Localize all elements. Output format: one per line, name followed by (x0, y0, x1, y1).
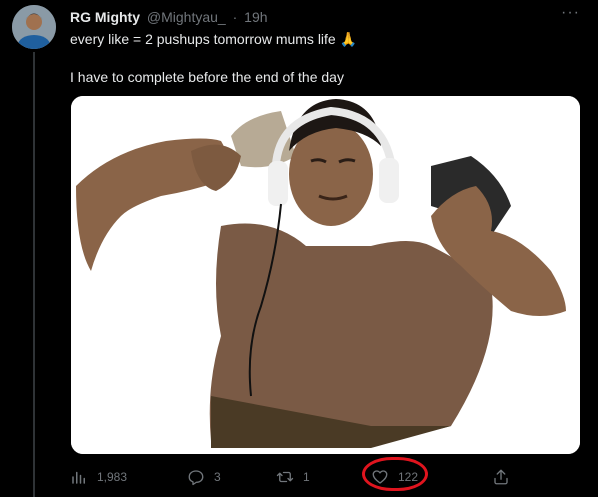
share-action[interactable] (492, 464, 510, 490)
analytics-icon (72, 471, 85, 484)
tweet-text-line: every like = 2 pushups tomorrow mums lif… (70, 31, 358, 47)
reply-action[interactable]: 3 (187, 464, 221, 490)
display-name[interactable]: RG Mighty (70, 9, 140, 25)
like-action[interactable]: 122 (371, 464, 418, 490)
user-handle[interactable]: @Mightyau_ (147, 9, 226, 25)
views-action[interactable]: 1,983 (70, 464, 127, 490)
tweet-actions: 1,983 3 1 122 (70, 464, 510, 490)
more-icon[interactable]: ··· (561, 4, 580, 22)
views-count: 1,983 (97, 470, 128, 484)
like-count: 122 (398, 470, 419, 484)
photo-person-flexing (71, 96, 580, 454)
avatar[interactable] (12, 5, 56, 49)
reply-count: 3 (214, 470, 221, 484)
thread-line (33, 52, 35, 497)
tweet-time[interactable]: 19h (244, 9, 267, 25)
reply-icon (188, 470, 204, 486)
tweet-photo[interactable] (71, 96, 580, 454)
retweet-icon (276, 471, 294, 483)
separator-dot: · (232, 9, 238, 25)
avatar-image (12, 5, 56, 49)
retweet-action[interactable]: 1 (276, 464, 310, 490)
share-icon (494, 469, 508, 485)
retweet-count: 1 (303, 470, 310, 484)
tweet-header: RG Mighty @Mightyau_ · 19h (70, 8, 558, 26)
tweet-text-line: I have to complete before the end of the… (70, 69, 344, 85)
heart-icon (372, 470, 388, 484)
tweet-text: every like = 2 pushups tomorrow mums lif… (70, 30, 570, 87)
